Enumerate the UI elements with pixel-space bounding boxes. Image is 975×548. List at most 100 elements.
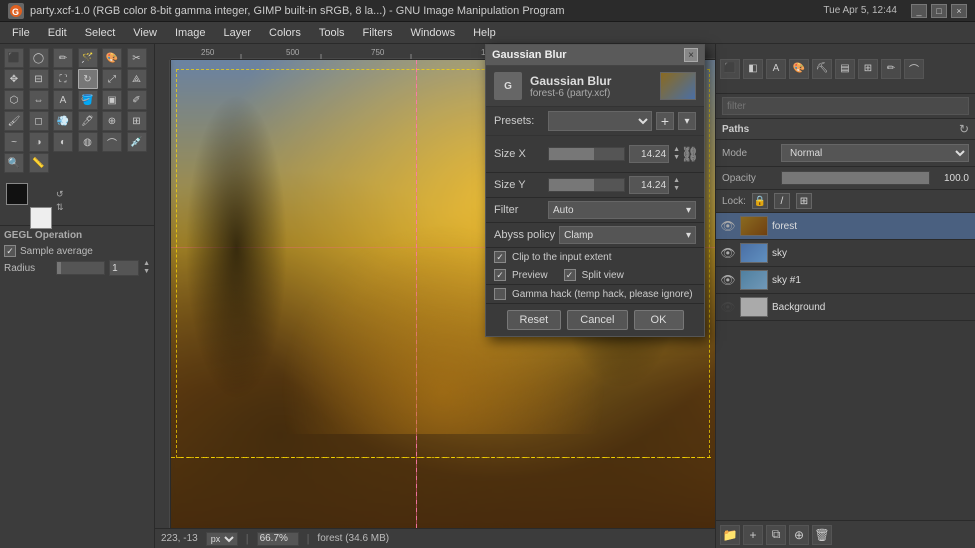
tool-pencil[interactable]: ✐ bbox=[127, 90, 147, 110]
ok-button[interactable]: OK bbox=[634, 310, 684, 330]
tool-desaturate[interactable]: ◍ bbox=[78, 132, 98, 152]
lock-alpha-button[interactable]: / bbox=[774, 193, 790, 209]
layer-row[interactable]: 👁 Background bbox=[716, 294, 975, 321]
cancel-button[interactable]: Cancel bbox=[567, 310, 627, 330]
size-y-slider[interactable] bbox=[548, 178, 625, 192]
tool-rotate[interactable]: ↻ bbox=[78, 69, 98, 89]
menu-file[interactable]: File bbox=[4, 25, 38, 41]
tool-text[interactable]: A bbox=[53, 90, 73, 110]
menu-help[interactable]: Help bbox=[465, 25, 504, 41]
menu-windows[interactable]: Windows bbox=[402, 25, 463, 41]
layer-visibility-icon[interactable]: 👁 bbox=[720, 299, 736, 315]
tool-path[interactable]: ⌒ bbox=[102, 132, 122, 152]
new-layer-group-button[interactable]: 📁 bbox=[720, 525, 740, 545]
tool-move[interactable]: ✥ bbox=[4, 69, 24, 89]
menu-image[interactable]: Image bbox=[167, 25, 214, 41]
presets-more-button[interactable]: ▾ bbox=[678, 112, 696, 130]
swap-colors[interactable]: ⇅ bbox=[56, 202, 64, 213]
tool-ink[interactable]: 🖊 bbox=[78, 111, 98, 131]
merge-layers-button[interactable]: ⊕ bbox=[789, 525, 809, 545]
menu-view[interactable]: View bbox=[125, 25, 165, 41]
tool-heal[interactable]: ⊕ bbox=[102, 111, 122, 131]
minimize-button[interactable]: _ bbox=[911, 4, 927, 18]
delete-layer-button[interactable]: 🗑 bbox=[812, 525, 832, 545]
split-view-checkbox[interactable] bbox=[564, 269, 576, 281]
menu-tools[interactable]: Tools bbox=[311, 25, 353, 41]
layer-visibility-icon[interactable]: 👁 bbox=[720, 245, 736, 261]
duplicate-layer-button[interactable]: ⧉ bbox=[766, 525, 786, 545]
size-x-value[interactable]: 14.24 bbox=[629, 145, 669, 163]
tool-by-color-select[interactable]: 🎨 bbox=[102, 48, 122, 68]
radius-slider[interactable] bbox=[56, 261, 106, 275]
tool-free-select[interactable]: ✏ bbox=[53, 48, 73, 68]
menu-filters[interactable]: Filters bbox=[355, 25, 401, 41]
filter-input[interactable] bbox=[722, 97, 969, 115]
new-layer-button[interactable]: + bbox=[743, 525, 763, 545]
tool-rect-select[interactable]: ⬛ bbox=[4, 48, 24, 68]
preview-checkbox[interactable] bbox=[494, 269, 506, 281]
radius-input[interactable] bbox=[109, 260, 139, 276]
panel-icon-6[interactable]: ▤ bbox=[835, 59, 855, 79]
maximize-button[interactable]: □ bbox=[931, 4, 947, 18]
tool-dodge-burn[interactable]: ◐ bbox=[53, 132, 73, 152]
layer-row[interactable]: 👁 forest bbox=[716, 213, 975, 240]
lock-pixels-button[interactable]: 🔒 bbox=[752, 193, 768, 209]
tool-paintbrush[interactable]: 🖌 bbox=[4, 111, 24, 131]
tool-clone[interactable]: ⊞ bbox=[127, 111, 147, 131]
tool-eraser[interactable]: ◻ bbox=[29, 111, 49, 131]
tool-align[interactable]: ⊟ bbox=[29, 69, 49, 89]
filter-dropdown[interactable]: Auto ▾ bbox=[548, 201, 696, 219]
abyss-dropdown[interactable]: Clamp ▾ bbox=[559, 226, 696, 244]
tool-perspective[interactable]: ⬡ bbox=[4, 90, 24, 110]
mode-select[interactable]: Normal bbox=[781, 144, 969, 162]
tool-blur[interactable]: ◑ bbox=[29, 132, 49, 152]
unit-selector[interactable]: px bbox=[206, 532, 238, 546]
panel-icon-2[interactable]: ◧ bbox=[743, 59, 763, 79]
tool-airbrush[interactable]: 💨 bbox=[53, 111, 73, 131]
paths-refresh-icon[interactable]: ↻ bbox=[959, 122, 969, 136]
tool-scale[interactable]: ⤢ bbox=[102, 69, 122, 89]
zoom-input[interactable] bbox=[257, 532, 299, 546]
layer-visibility-icon[interactable]: 👁 bbox=[720, 218, 736, 234]
presets-add-button[interactable]: + bbox=[656, 112, 674, 130]
tool-crop[interactable]: ⛶ bbox=[53, 69, 73, 89]
menu-colors[interactable]: Colors bbox=[261, 25, 309, 41]
tool-flip[interactable]: ⇔ bbox=[29, 90, 49, 110]
foreground-color[interactable] bbox=[6, 183, 28, 205]
tool-scissors-select[interactable]: ✂ bbox=[127, 48, 147, 68]
panel-icon-3[interactable]: A bbox=[766, 59, 786, 79]
size-y-spinner[interactable]: ▲ ▼ bbox=[673, 177, 680, 193]
tool-fuzzy-select[interactable]: 🪄 bbox=[78, 48, 98, 68]
menu-layer[interactable]: Layer bbox=[216, 25, 260, 41]
tool-smudge[interactable]: ~ bbox=[4, 132, 24, 152]
tool-ellipse-select[interactable]: ◯ bbox=[29, 48, 49, 68]
layer-visibility-icon[interactable]: 👁 bbox=[720, 272, 736, 288]
tool-color-pick[interactable]: 💉 bbox=[127, 132, 147, 152]
background-color[interactable] bbox=[30, 207, 52, 229]
sample-average-checkbox[interactable] bbox=[4, 245, 16, 257]
panel-icon-7[interactable]: ⊞ bbox=[858, 59, 878, 79]
tool-measure[interactable]: 📏 bbox=[29, 153, 49, 173]
close-button[interactable]: × bbox=[951, 4, 967, 18]
size-y-value[interactable]: 14.24 bbox=[629, 176, 669, 194]
gamma-checkbox[interactable] bbox=[494, 288, 506, 300]
opacity-slider[interactable] bbox=[781, 171, 930, 185]
reset-colors[interactable]: ↺ bbox=[56, 189, 64, 200]
dialog-close-button[interactable]: × bbox=[684, 48, 698, 62]
reset-button[interactable]: Reset bbox=[507, 310, 562, 330]
layer-row[interactable]: 👁 sky #1 bbox=[716, 267, 975, 294]
size-x-spinner[interactable]: ▲ ▼ bbox=[673, 146, 680, 162]
tool-bucket-fill[interactable]: 🪣 bbox=[78, 90, 98, 110]
tool-shear[interactable]: ⟁ bbox=[127, 69, 147, 89]
tool-blend[interactable]: ▣ bbox=[102, 90, 122, 110]
panel-icon-9[interactable]: ⌒ bbox=[904, 59, 924, 79]
tool-zoom[interactable]: 🔍 bbox=[4, 153, 24, 173]
lock-position-button[interactable]: ⊞ bbox=[796, 193, 812, 209]
size-x-slider[interactable] bbox=[548, 147, 625, 161]
clip-checkbox[interactable] bbox=[494, 251, 506, 263]
panel-icon-1[interactable]: ⬛ bbox=[720, 59, 740, 79]
panel-icon-8[interactable]: ✏ bbox=[881, 59, 901, 79]
menu-select[interactable]: Select bbox=[77, 25, 124, 41]
panel-icon-4[interactable]: 🎨 bbox=[789, 59, 809, 79]
radius-spinner[interactable]: ▲ ▼ bbox=[143, 260, 150, 276]
